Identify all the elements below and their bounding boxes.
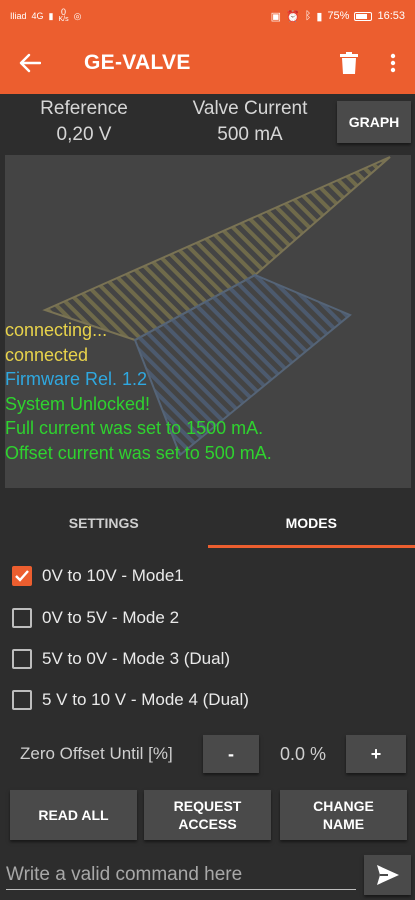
signal-icon: ▮ (48, 10, 54, 21)
checkmark-icon (15, 570, 29, 582)
app-screen: Iliad 4G ▮ 0 K/s ◎ ▣ ⏰ ᛒ ▮ 75% 16:53 GE-… (0, 0, 415, 900)
whatsapp-icon: ◎ (73, 10, 82, 21)
battery-percent: 75% (327, 10, 350, 22)
request-access-button[interactable]: REQUEST ACCESS (144, 790, 271, 840)
checkbox[interactable] (12, 690, 32, 710)
log-lines: connecting... connected Firmware Rel. 1.… (5, 318, 272, 465)
mode-option-1[interactable]: 0V to 10V - Mode1 (12, 561, 184, 591)
mode-option-4[interactable]: 5 V to 10 V - Mode 4 (Dual) (12, 685, 249, 715)
trash-icon (340, 52, 358, 74)
network-label: 4G (31, 11, 44, 21)
checkbox[interactable] (12, 649, 32, 669)
mode-label: 0V to 5V - Mode 2 (42, 608, 180, 627)
tab-modes[interactable]: MODES (207, 498, 415, 548)
delete-button[interactable] (327, 32, 371, 94)
status-left: Iliad 4G ▮ 0 K/s ◎ (10, 8, 81, 24)
log-line: Offset current was set to 500 mA. (5, 442, 272, 463)
app-bar: GE-VALVE (0, 32, 415, 94)
log-line: Full current was set to 1500 mA. (5, 418, 264, 438)
send-icon (376, 865, 399, 885)
mode-option-3[interactable]: 5V to 0V - Mode 3 (Dual) (12, 644, 230, 674)
net-speed-value: 0 (61, 7, 67, 17)
log-line: connected (5, 344, 89, 365)
bluetooth-icon: ᛒ (304, 10, 312, 22)
mode-label: 5 V to 10 V - Mode 4 (Dual) (42, 690, 249, 709)
increment-button[interactable]: + (346, 735, 406, 773)
mode-option-2[interactable]: 0V to 5V - Mode 2 (12, 603, 179, 633)
alarm-icon: ⏰ (286, 10, 300, 23)
mode-label: 5V to 0V - Mode 3 (Dual) (42, 649, 231, 668)
tab-settings[interactable]: SETTINGS (0, 498, 208, 548)
tab-bar: SETTINGS MODES (0, 498, 415, 548)
valve-current-value: 500 mA (217, 124, 283, 145)
more-vertical-icon (390, 53, 396, 73)
mode-label: 0V to 10V - Mode1 (42, 566, 184, 585)
change-name-button[interactable]: CHANGE NAME (280, 790, 407, 840)
graph-button[interactable]: GRAPH (337, 101, 411, 143)
reference-label: Reference (40, 98, 128, 119)
decrement-button[interactable]: - (203, 735, 259, 773)
signal-strength-icon: ▮ (316, 10, 323, 23)
valve-current-label: Valve Current (192, 98, 308, 119)
carrier-label: Iliad (10, 11, 27, 21)
reference-readout: Reference 0,20 V (22, 98, 146, 146)
status-bar: Iliad 4G ▮ 0 K/s ◎ ▣ ⏰ ᛒ ▮ 75% 16:53 (0, 0, 415, 32)
battery-icon (354, 11, 373, 21)
zero-offset-value: 0.0 % (279, 744, 327, 764)
valve-current-readout: Valve Current 500 mA (180, 98, 320, 146)
command-input[interactable] (6, 860, 356, 890)
send-button[interactable] (364, 855, 411, 895)
arrow-left-icon (19, 53, 41, 73)
page-title: GE-VALVE (84, 51, 191, 74)
net-speed-unit: K/s (58, 16, 69, 23)
log-line: connecting... (5, 320, 108, 340)
zero-offset-label: Zero Offset Until [%] (20, 744, 173, 763)
checkbox-checked[interactable] (12, 566, 32, 586)
nfc-icon: ▣ (270, 10, 282, 23)
read-all-button[interactable]: READ ALL (10, 790, 137, 840)
clock: 16:53 (377, 10, 405, 22)
overflow-menu-button[interactable] (371, 32, 415, 94)
checkbox[interactable] (12, 608, 32, 628)
net-speed: 0 K/s (58, 8, 68, 24)
status-right: ▣ ⏰ ᛒ ▮ 75% 16:53 (271, 10, 405, 23)
log-panel: connecting... connected Firmware Rel. 1.… (5, 155, 411, 488)
reference-value: 0,20 V (56, 124, 112, 145)
log-line: System Unlocked! (5, 393, 151, 414)
log-line: Firmware Rel. 1.2 (5, 369, 148, 389)
back-button[interactable] (0, 32, 60, 94)
